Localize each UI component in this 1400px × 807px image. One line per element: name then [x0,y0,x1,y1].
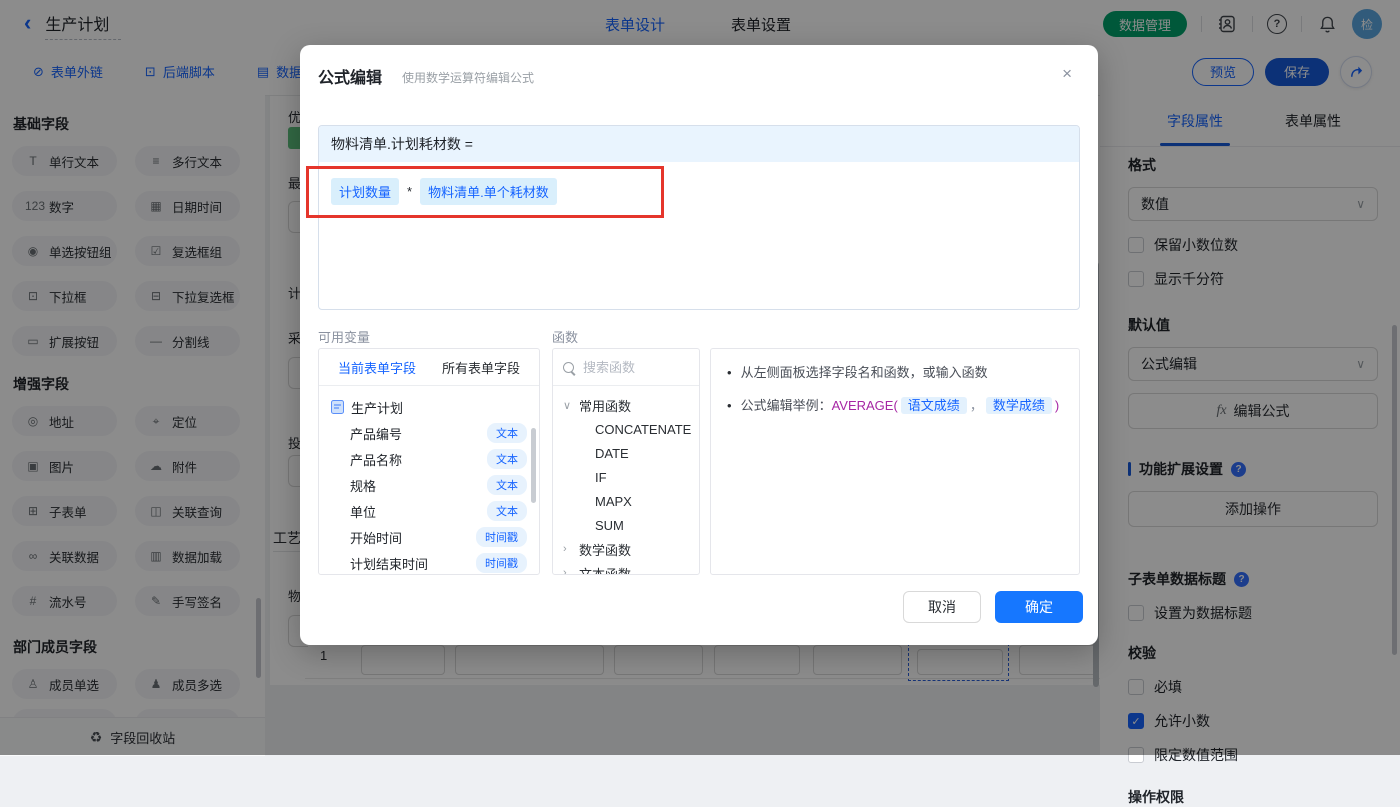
function-name: 数学函数 [579,542,632,558]
function-row[interactable]: ∨ 常用函数 [563,393,699,417]
function-list: ∨ 常用函数 CONCATENATE DATE IF MAPX SUM › 数学… [553,386,699,575]
variables-tabs: 当前表单字段 所有表单字段 [319,349,539,386]
tree-chevron-icon: › [563,567,567,575]
variable-field-row[interactable]: 计划结束时间 时间戳 [331,550,539,574]
variable-type-badge: 文本 [487,423,527,443]
variable-field-name: 开始时间 [350,530,403,546]
hint-field-chip: 数学成绩 [985,397,1052,414]
hint-close-paren: ) [1054,398,1060,413]
hint-line-example: • 公式编辑举例：AVERAGE(语文成绩，数学成绩) [711,382,1079,415]
hint-comma: ， [969,398,983,413]
variable-type-badge: 文本 [487,501,527,521]
variable-field-row[interactable]: 产品名称 文本 [331,446,539,472]
function-row[interactable]: › 文本函数 [563,561,699,575]
function-name: CONCATENATE [595,421,692,437]
variable-field-name: 规格 [350,478,377,494]
function-search-input[interactable] [581,358,685,376]
annotation-highlight-box [306,166,664,218]
search-icon [563,361,574,373]
tree-chevron-icon: ∨ [563,399,572,412]
variable-field-row[interactable]: 产品编号 文本 [331,420,539,446]
variables-field-list: 产品编号 文本 产品名称 文本 规格 文本 单位 文本 开始时间 时间戳 计划结… [331,420,539,574]
variable-field-name: 单位 [350,504,377,520]
formula-editor-modal: 公式编辑 使用数学运算符编辑公式 × 物料清单.计划耗材数 = 计划数量 * 物料清… [300,45,1098,645]
functions-panel-label: 函数 [552,330,579,345]
function-row[interactable]: DATE [563,441,699,465]
variables-tree: 生产计划 产品编号 文本 产品名称 文本 规格 文本 单位 文本 开始时间 时间… [319,386,539,574]
function-row[interactable]: › 数学函数 [563,537,699,561]
modal-subtitle: 使用数学运算符编辑公式 [402,71,535,85]
variables-root-label: 生产计划 [351,400,404,416]
variable-type-badge: 时间戳 [476,527,527,547]
hints-panel: • 从左侧面板选择字段名和函数，或输入函数 • 公式编辑举例：AVERAGE(语… [710,348,1080,575]
hint-field-chip: 语文成绩 [900,397,967,414]
hint-example-prefix: 公式编辑举例： [740,398,832,413]
hint-function-name: AVERAGE( [831,398,898,413]
variables-scrollbar[interactable] [531,428,536,503]
variable-field-name: 计划结束时间 [350,556,429,572]
cancel-button[interactable]: 取消 [903,591,981,623]
function-name: SUM [595,517,624,533]
permission-label: 操作权限 [1128,789,1184,805]
confirm-button[interactable]: 确定 [995,591,1083,623]
close-icon[interactable]: × [1062,65,1072,82]
variable-field-row[interactable]: 规格 文本 [331,472,539,498]
function-name: 文本函数 [579,566,632,575]
variable-field-name: 产品名称 [350,452,403,468]
function-search[interactable] [553,349,699,386]
function-row[interactable]: IF [563,465,699,489]
variable-type-badge: 文本 [487,449,527,469]
variables-root-node[interactable]: 生产计划 [331,394,539,420]
function-name: 常用函数 [579,398,632,414]
function-row[interactable]: SUM [563,513,699,537]
variables-panel: 当前表单字段 所有表单字段 生产计划 产品编号 文本 产品名称 文本 规格 文本… [318,348,540,575]
tree-chevron-icon: › [563,543,567,555]
variables-panel-label: 可用变量 [318,330,371,345]
function-row[interactable]: MAPX [563,489,699,513]
formula-target: 物料清单.计划耗材数 = [319,126,1079,162]
function-row[interactable]: CONCATENATE [563,417,699,441]
hint-line: • 从左侧面板选择字段名和函数，或输入函数 [711,349,1079,382]
bullet-icon: • [727,365,732,380]
bullet-icon: • [727,398,732,413]
variable-type-badge: 时间戳 [476,553,527,573]
function-name: MAPX [595,493,632,509]
hint-text: 从左侧面板选择字段名和函数，或输入函数 [740,365,988,380]
modal-footer: 取消 确定 [903,591,1083,623]
variable-type-badge: 文本 [487,475,527,495]
variable-field-row[interactable]: 开始时间 时间戳 [331,524,539,550]
form-doc-icon [331,400,344,414]
functions-panel: ∨ 常用函数 CONCATENATE DATE IF [552,348,700,575]
function-name: DATE [595,445,629,461]
function-name: IF [595,469,607,485]
variable-field-row[interactable]: 单位 文本 [331,498,539,524]
modal-title: 公式编辑 [318,70,383,87]
variables-tab[interactable]: 当前表单字段 [338,358,416,377]
variable-field-name: 产品编号 [350,426,403,442]
variables-tab[interactable]: 所有表单字段 [442,358,520,377]
hint-example: 公式编辑举例：AVERAGE(语文成绩，数学成绩) [740,396,1060,415]
